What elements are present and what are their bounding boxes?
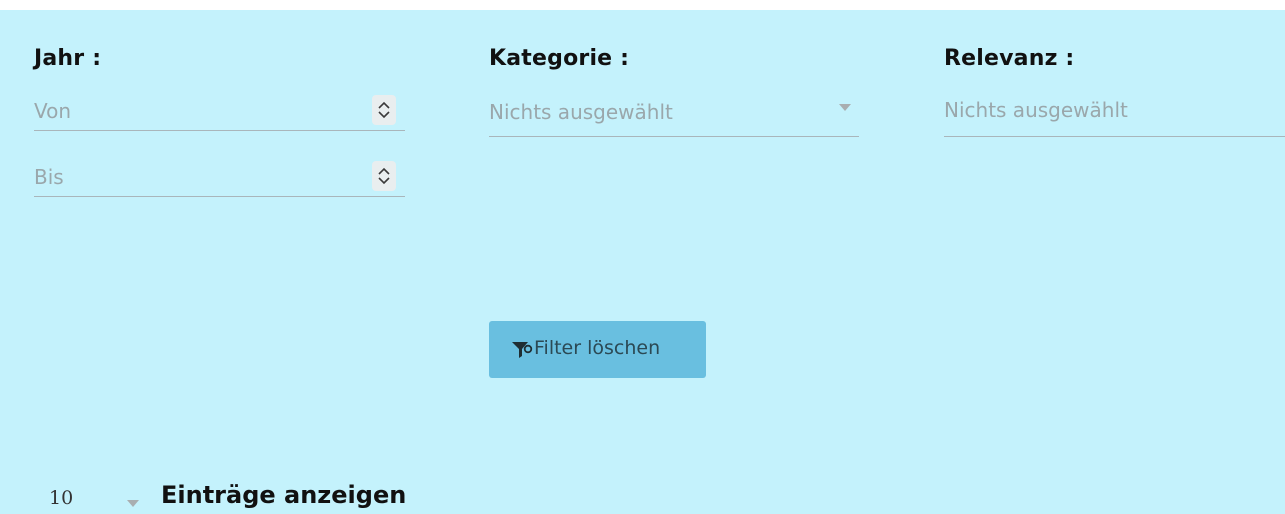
entries-page-size[interactable]: 10 <box>49 487 73 509</box>
relevance-label: Relevanz : <box>944 46 1075 71</box>
clear-filter-label: Filter löschen <box>534 337 661 359</box>
up-down-chevron-icon <box>378 101 390 119</box>
relevance-select[interactable]: Nichts ausgewählt <box>944 98 1285 137</box>
clear-filter-button[interactable]: Filter löschen <box>489 321 706 378</box>
entries-label: Einträge anzeigen <box>161 481 407 509</box>
category-selected-value: Nichts ausgewählt <box>489 100 673 124</box>
category-select[interactable]: Nichts ausgewählt <box>489 98 859 137</box>
caret-down-icon <box>127 500 139 507</box>
category-label: Kategorie : <box>489 46 630 71</box>
filter-remove-icon <box>511 341 533 363</box>
year-to-placeholder: Bis <box>34 165 64 189</box>
caret-down-icon <box>839 104 851 111</box>
year-to-spinner[interactable] <box>372 161 396 191</box>
year-label: Jahr : <box>34 46 102 71</box>
year-from-field[interactable]: Von <box>34 92 405 131</box>
filter-panel: Jahr : Von Bis Kategorie : Nichts ausgew… <box>0 10 1285 514</box>
year-to-field[interactable]: Bis <box>34 158 405 197</box>
relevance-selected-value: Nichts ausgewählt <box>944 98 1128 122</box>
year-from-spinner[interactable] <box>372 95 396 125</box>
up-down-chevron-icon <box>378 167 390 185</box>
year-from-placeholder: Von <box>34 99 72 123</box>
